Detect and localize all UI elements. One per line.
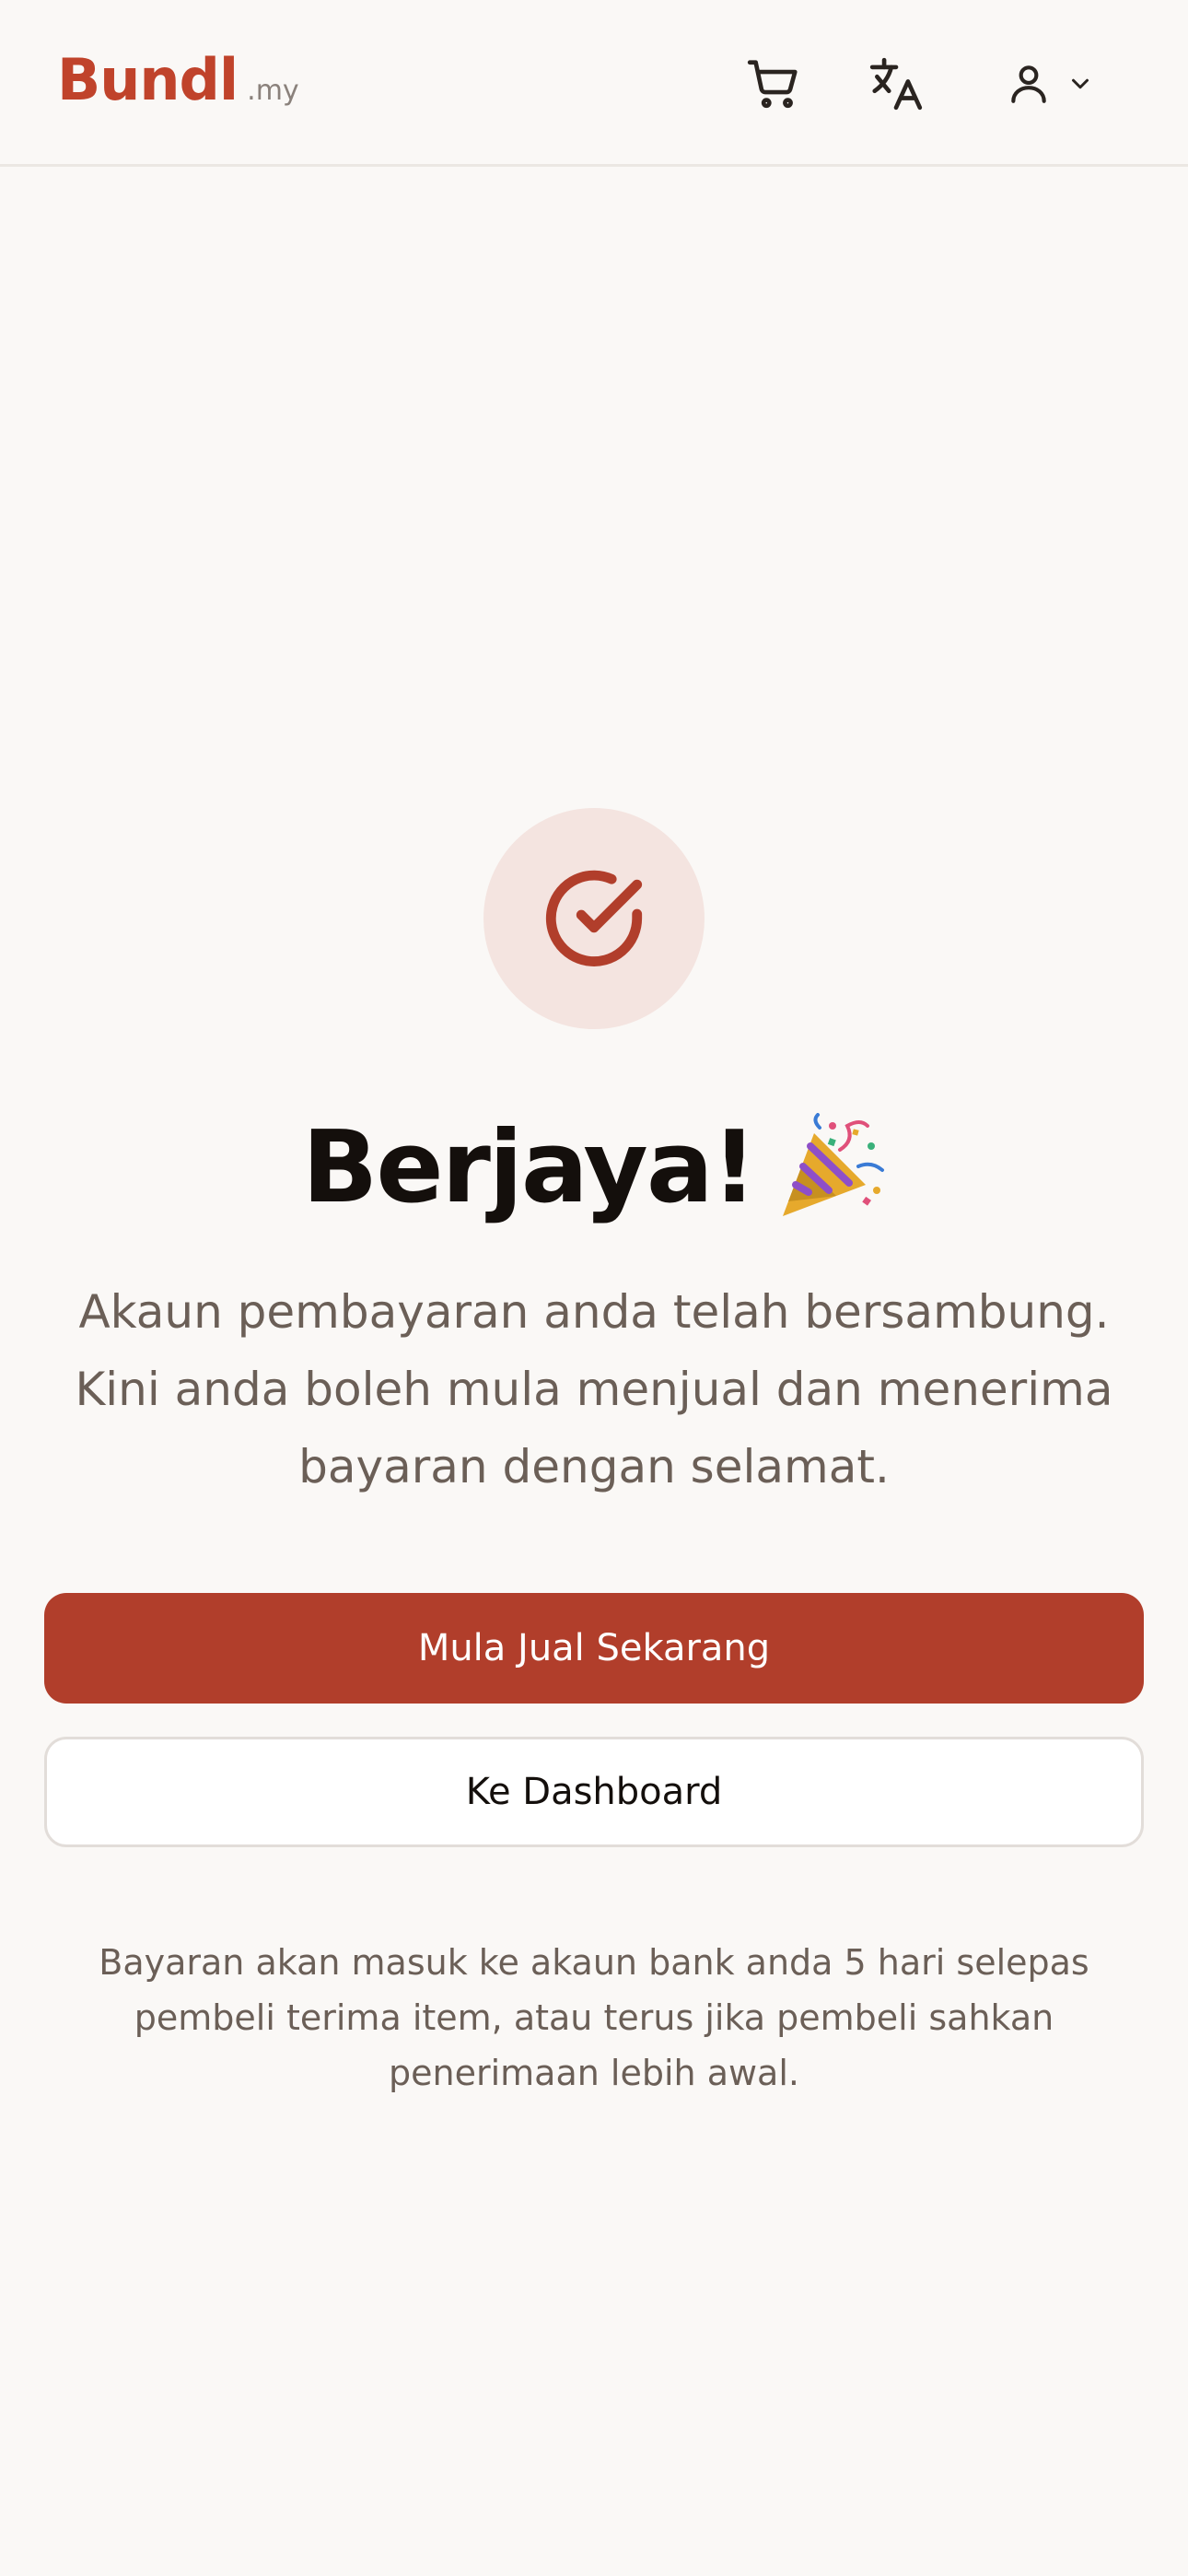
logo-text: Bundl (57, 46, 239, 113)
user-icon (1011, 65, 1046, 103)
go-to-dashboard-button[interactable]: Ke Dashboard (44, 1737, 1144, 1847)
shopping-cart-icon (747, 60, 798, 109)
success-description: Akaun pembayaran anda telah bersambung. … (75, 1285, 1113, 1493)
translate-icon (869, 57, 923, 111)
brand-logo[interactable]: Bundl .my (57, 46, 299, 113)
check-circle-icon (545, 870, 643, 966)
chevron-down-icon (1072, 78, 1089, 89)
payout-info-note: Bayaran akan masuk ke akaun bank anda 5 … (99, 1942, 1089, 2093)
party-popper-icon (782, 1112, 884, 1216)
page-title: Berjaya! (302, 1110, 757, 1225)
success-icon-badge (483, 808, 705, 1029)
account-menu-button[interactable] (995, 42, 1105, 125)
language-button[interactable] (855, 42, 938, 125)
logo-domain-suffix: .my (247, 75, 299, 107)
success-title-row: Berjaya! (0, 1110, 1188, 1225)
start-selling-button[interactable]: Mula Jual Sekarang (44, 1593, 1144, 1704)
cart-button[interactable] (732, 42, 815, 125)
top-navbar: Bundl .my (0, 0, 1188, 167)
